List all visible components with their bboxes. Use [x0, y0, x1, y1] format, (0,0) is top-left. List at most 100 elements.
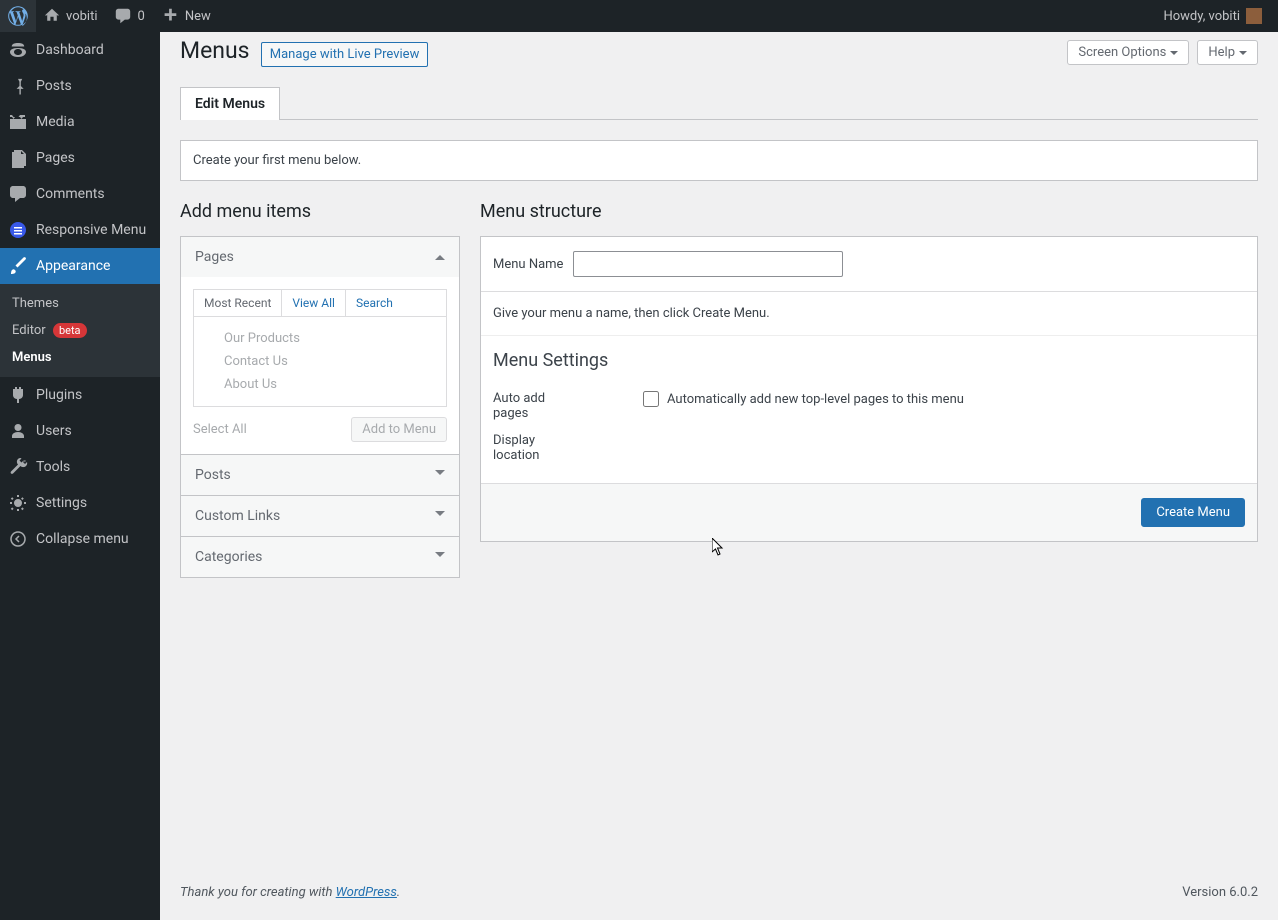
sidebar-item-responsive-menu[interactable]: Responsive Menu [0, 212, 160, 248]
menu-name-input[interactable] [573, 251, 843, 277]
list-item[interactable]: Contact Us [208, 350, 432, 373]
tab-search[interactable]: Search [346, 290, 403, 316]
account-link[interactable]: Howdy, vobiti [1155, 0, 1270, 32]
acc-pages-header[interactable]: Pages [181, 237, 459, 277]
howdy-text: Howdy, vobiti [1163, 9, 1240, 24]
comments-count: 0 [138, 9, 145, 24]
admin-toolbar: vobiti 0 New Howdy, vobiti [0, 0, 1278, 32]
acc-custom-links-header[interactable]: Custom Links [181, 496, 459, 536]
responsive-menu-icon [8, 220, 28, 240]
dashboard-icon [8, 40, 28, 60]
sidebar-label: Posts [36, 78, 72, 94]
sidebar-label: Tools [36, 459, 70, 475]
menu-settings-heading: Menu Settings [493, 350, 1245, 371]
sidebar-label: Comments [36, 186, 105, 202]
add-items-heading: Add menu items [180, 201, 460, 222]
wordpress-icon [8, 6, 28, 26]
auto-add-desc: Automatically add new top-level pages to… [667, 392, 964, 407]
select-all-link[interactable]: Select All [193, 422, 247, 437]
list-item[interactable]: Our Products [208, 327, 432, 350]
auto-add-checkbox[interactable] [643, 391, 659, 407]
submenu-themes[interactable]: Themes [0, 290, 160, 317]
wordpress-link[interactable]: WordPress [336, 885, 397, 900]
brush-icon [8, 256, 28, 276]
sidebar-item-media[interactable]: Media [0, 104, 160, 140]
tab-view-all[interactable]: View All [282, 290, 346, 316]
users-icon [8, 421, 28, 441]
acc-posts: Posts [181, 455, 459, 496]
list-item[interactable]: About Us [208, 373, 432, 396]
caret-down-icon [435, 552, 445, 562]
new-label: New [185, 9, 211, 24]
sidebar-item-tools[interactable]: Tools [0, 449, 160, 485]
site-name-link[interactable]: vobiti [36, 0, 106, 32]
wordpress-logo[interactable] [0, 0, 36, 32]
menu-name-label: Menu Name [493, 257, 563, 272]
avatar-icon [1246, 8, 1262, 24]
media-icon [8, 112, 28, 132]
sidebar-item-settings[interactable]: Settings [0, 485, 160, 521]
sidebar-label: Dashboard [36, 42, 104, 58]
acc-categories: Categories [181, 537, 459, 577]
comments-icon [8, 184, 28, 204]
acc-title: Posts [195, 467, 231, 483]
page-title: Menus [180, 37, 250, 64]
caret-up-icon [435, 250, 445, 260]
comment-icon [114, 7, 132, 25]
admin-footer: Thank you for creating with WordPress. V… [160, 865, 1278, 920]
sidebar-item-users[interactable]: Users [0, 413, 160, 449]
sidebar-label: Responsive Menu [36, 222, 146, 238]
page-list: Our Products Contact Us About Us [193, 316, 447, 407]
sidebar-item-dashboard[interactable]: Dashboard [0, 32, 160, 68]
caret-down-icon [435, 470, 445, 480]
sidebar-label: Appearance [36, 258, 110, 274]
menu-box: Menu Name Give your menu a name, then cl… [480, 236, 1258, 542]
sidebar-label: Pages [36, 150, 75, 166]
acc-posts-header[interactable]: Posts [181, 455, 459, 495]
plus-icon [161, 7, 179, 25]
sidebar-item-plugins[interactable]: Plugins [0, 377, 160, 413]
site-name: vobiti [66, 9, 98, 24]
sidebar-item-comments[interactable]: Comments [0, 176, 160, 212]
acc-title: Categories [195, 549, 262, 565]
submenu-label: Editor [12, 323, 46, 338]
tools-icon [8, 457, 28, 477]
version-text: Version 6.0.2 [1182, 885, 1258, 900]
sidebar-label: Users [36, 423, 72, 439]
comments-link[interactable]: 0 [106, 0, 153, 32]
acc-title: Pages [195, 249, 234, 265]
create-menu-button[interactable]: Create Menu [1141, 498, 1245, 527]
sidebar-item-pages[interactable]: Pages [0, 140, 160, 176]
sidebar-item-appearance[interactable]: Appearance [0, 248, 160, 284]
auto-add-checkbox-row[interactable]: Automatically add new top-level pages to… [643, 391, 964, 407]
sidebar-item-posts[interactable]: Posts [0, 68, 160, 104]
tab-most-recent[interactable]: Most Recent [194, 290, 282, 316]
submenu-editor[interactable]: Editor beta [0, 317, 160, 344]
beta-badge: beta [53, 323, 87, 338]
sidebar-label: Plugins [36, 387, 82, 403]
caret-down-icon [435, 511, 445, 521]
plugin-icon [8, 385, 28, 405]
menu-structure-heading: Menu structure [480, 201, 1258, 222]
add-to-menu-button[interactable]: Add to Menu [351, 417, 447, 442]
auto-add-label: Auto add pages [493, 391, 583, 421]
sidebar-label: Collapse menu [36, 531, 129, 547]
main-content: Screen Options Help Menus Manage with Li… [160, 32, 1278, 920]
sidebar-collapse[interactable]: Collapse menu [0, 521, 160, 557]
pin-icon [8, 76, 28, 96]
new-link[interactable]: New [153, 0, 219, 32]
accordion: Pages Most Recent View All Search Our Pr… [180, 236, 460, 578]
collapse-icon [8, 529, 28, 549]
footer-text: Thank you for creating with [180, 885, 336, 900]
submenu-menus[interactable]: Menus [0, 344, 160, 371]
live-preview-button[interactable]: Manage with Live Preview [261, 42, 429, 67]
acc-title: Custom Links [195, 508, 280, 524]
settings-icon [8, 493, 28, 513]
acc-categories-header[interactable]: Categories [181, 537, 459, 577]
sidebar-label: Media [36, 114, 75, 130]
page-icon [8, 148, 28, 168]
home-icon [44, 8, 60, 24]
acc-pages: Pages Most Recent View All Search Our Pr… [181, 237, 459, 455]
tab-edit-menus[interactable]: Edit Menus [180, 87, 280, 120]
acc-custom-links: Custom Links [181, 496, 459, 537]
